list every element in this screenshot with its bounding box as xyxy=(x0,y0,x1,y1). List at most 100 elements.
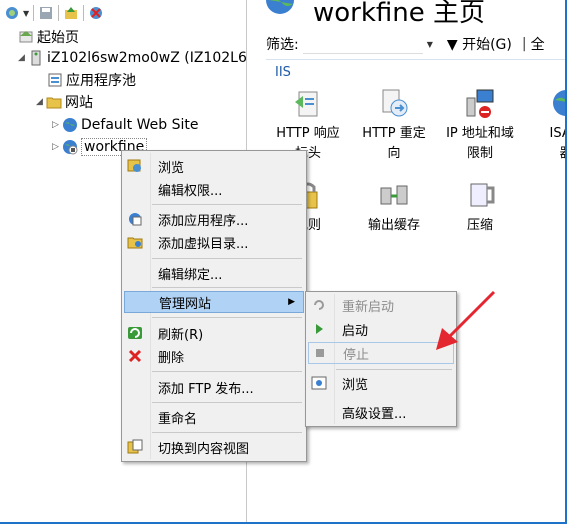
home-icon xyxy=(18,29,34,45)
connections-toolbar: ▼ xyxy=(4,3,104,23)
tree-item-sites[interactable]: ◢ 网站 xyxy=(36,92,93,112)
feature-label: 限制 xyxy=(466,146,493,161)
menu-item-label: 重新启动 xyxy=(342,299,395,315)
feature-output-cache[interactable]: 输出缓存 xyxy=(353,178,435,236)
globe-icon xyxy=(265,0,295,14)
menu-item-label: 启动 xyxy=(342,323,369,339)
menu-separator xyxy=(152,204,302,205)
tree-item-server[interactable]: ◢ iZ102l6sw2mo0wZ (IZ102L6 xyxy=(18,48,247,68)
expand-icon[interactable]: ▷ xyxy=(52,142,62,152)
menu-item-delete[interactable]: 删除 xyxy=(124,345,304,367)
browse-icon xyxy=(311,376,327,390)
feature-isapi[interactable]: ISAPI 器 xyxy=(525,86,567,164)
disconnect-icon[interactable] xyxy=(88,5,104,21)
chevron-right-icon: ▶ xyxy=(288,297,295,307)
filter-label: 筛选: xyxy=(266,37,299,53)
tree-item-label: 应用程序池 xyxy=(66,73,136,89)
menu-item-add-application[interactable]: 添加应用程序... xyxy=(124,208,304,230)
tree-item-label: 起始页 xyxy=(37,30,79,46)
show-all-button[interactable]: 全 xyxy=(531,34,545,54)
menu-item-label: 删除 xyxy=(158,350,185,366)
menu-separator xyxy=(152,402,302,403)
tree-item-label: Default Web Site xyxy=(81,117,199,133)
refresh-icon xyxy=(128,327,142,339)
menu-item-label: 浏览 xyxy=(342,377,369,393)
menu-item-restart[interactable]: 重新启动 xyxy=(308,294,454,316)
menu-item-label: 编辑权限... xyxy=(158,183,223,199)
menu-item-start[interactable]: 启动 xyxy=(308,318,454,340)
menu-item-label: 添加 FTP 发布... xyxy=(158,381,254,397)
tree-item-label: iZ102l6sw2mo0wZ (IZ102L6 xyxy=(47,50,247,66)
feature-label: HTTP 响应 xyxy=(276,126,340,141)
connect-icon[interactable] xyxy=(4,5,20,21)
output-cache-icon xyxy=(380,185,408,205)
menu-item-rename[interactable]: 重命名 xyxy=(124,406,304,428)
toolbar-separator xyxy=(58,5,60,21)
context-menu: 浏览 编辑权限... 添加应用程序... 添加虚拟目录... 编辑绑定... 管… xyxy=(121,150,307,462)
menu-item-browse[interactable]: 浏览 xyxy=(124,155,304,177)
start-button[interactable]: ▼ 开始(G) xyxy=(447,34,512,54)
feature-label: HTTP 重定 xyxy=(362,126,426,141)
menu-item-label: 添加虚拟目录... xyxy=(158,236,249,252)
feature-label: 器 xyxy=(559,146,567,161)
collapse-icon[interactable]: ◢ xyxy=(36,97,46,107)
restart-icon xyxy=(314,300,324,310)
page-title: workfine 主页 xyxy=(313,0,486,28)
collapse-icon[interactable]: ◢ xyxy=(18,53,28,63)
menu-separator xyxy=(152,287,302,288)
feature-label: IP 地址和域 xyxy=(446,126,514,141)
response-headers-icon xyxy=(295,91,318,117)
content-view-icon xyxy=(127,439,143,454)
group-heading: IIS xyxy=(275,65,291,80)
tree-item-app-pools[interactable]: 应用程序池 xyxy=(47,70,136,90)
feature-label: ISAPI xyxy=(549,126,567,141)
tree-item-default-site[interactable]: ▷ Default Web Site xyxy=(52,115,198,135)
folder-icon xyxy=(46,94,62,110)
menu-item-edit-bindings[interactable]: 编辑绑定... xyxy=(124,262,304,284)
manage-site-submenu: 重新启动 启动 停止 浏览 高级设置... xyxy=(305,291,457,427)
menu-separator xyxy=(336,369,452,370)
chevron-down-icon[interactable]: ▼ xyxy=(23,9,29,18)
globe-icon xyxy=(62,117,78,133)
save-icon[interactable] xyxy=(38,5,54,21)
browse-icon xyxy=(127,159,141,172)
expand-icon[interactable]: ▷ xyxy=(52,120,62,130)
menu-item-stop[interactable]: 停止 xyxy=(308,342,454,364)
menu-item-switch-content-view[interactable]: 切换到内容视图 xyxy=(124,436,304,458)
filter-bar: 筛选: ▼ ▼ 开始(G) | 全 xyxy=(266,32,567,56)
filter-input[interactable] xyxy=(302,34,423,54)
menu-item-label: 浏览 xyxy=(158,160,185,176)
menu-item-label: 刷新(R) xyxy=(158,327,204,343)
menu-item-label: 管理网站 xyxy=(159,296,212,312)
menu-separator xyxy=(152,258,302,259)
menu-item-edit-permissions[interactable]: 编辑权限... xyxy=(124,178,304,200)
menu-item-advanced-settings[interactable]: 高级设置... xyxy=(308,401,454,423)
divider: | xyxy=(521,36,527,52)
feature-compression[interactable]: 压缩 xyxy=(439,178,521,236)
menu-item-label: 停止 xyxy=(343,347,370,363)
up-icon[interactable] xyxy=(63,5,79,21)
add-application-icon xyxy=(129,213,142,226)
menu-item-add-ftp[interactable]: 添加 FTP 发布... xyxy=(124,376,304,398)
delete-icon xyxy=(128,349,142,363)
toolbar-separator xyxy=(33,5,35,21)
feature-label: 输出缓存 xyxy=(367,218,420,233)
server-icon xyxy=(28,50,44,66)
toolbar-separator xyxy=(83,5,85,21)
menu-item-refresh[interactable]: 刷新(R) xyxy=(124,322,304,344)
redirect-icon xyxy=(382,89,408,117)
compression-icon xyxy=(470,183,495,207)
feature-http-redirect[interactable]: HTTP 重定 向 xyxy=(353,86,435,164)
menu-item-add-virtual-dir[interactable]: 添加虚拟目录... xyxy=(124,231,304,253)
globe-stopped-icon xyxy=(62,139,78,155)
app-pool-icon xyxy=(47,72,63,88)
feature-ip-restrictions[interactable]: IP 地址和域 限制 xyxy=(439,86,521,164)
menu-item-manage-site[interactable]: 管理网站 ▶ xyxy=(124,291,304,313)
divider xyxy=(266,59,567,60)
menu-item-label: 添加应用程序... xyxy=(158,213,249,229)
chevron-down-icon[interactable]: ▼ xyxy=(427,40,433,49)
feature-label: 向 xyxy=(387,146,401,161)
stop-icon xyxy=(316,349,324,357)
menu-item-browse-site[interactable]: 浏览 xyxy=(308,372,454,394)
tree-item-start-page[interactable]: 起始页 xyxy=(18,27,79,47)
